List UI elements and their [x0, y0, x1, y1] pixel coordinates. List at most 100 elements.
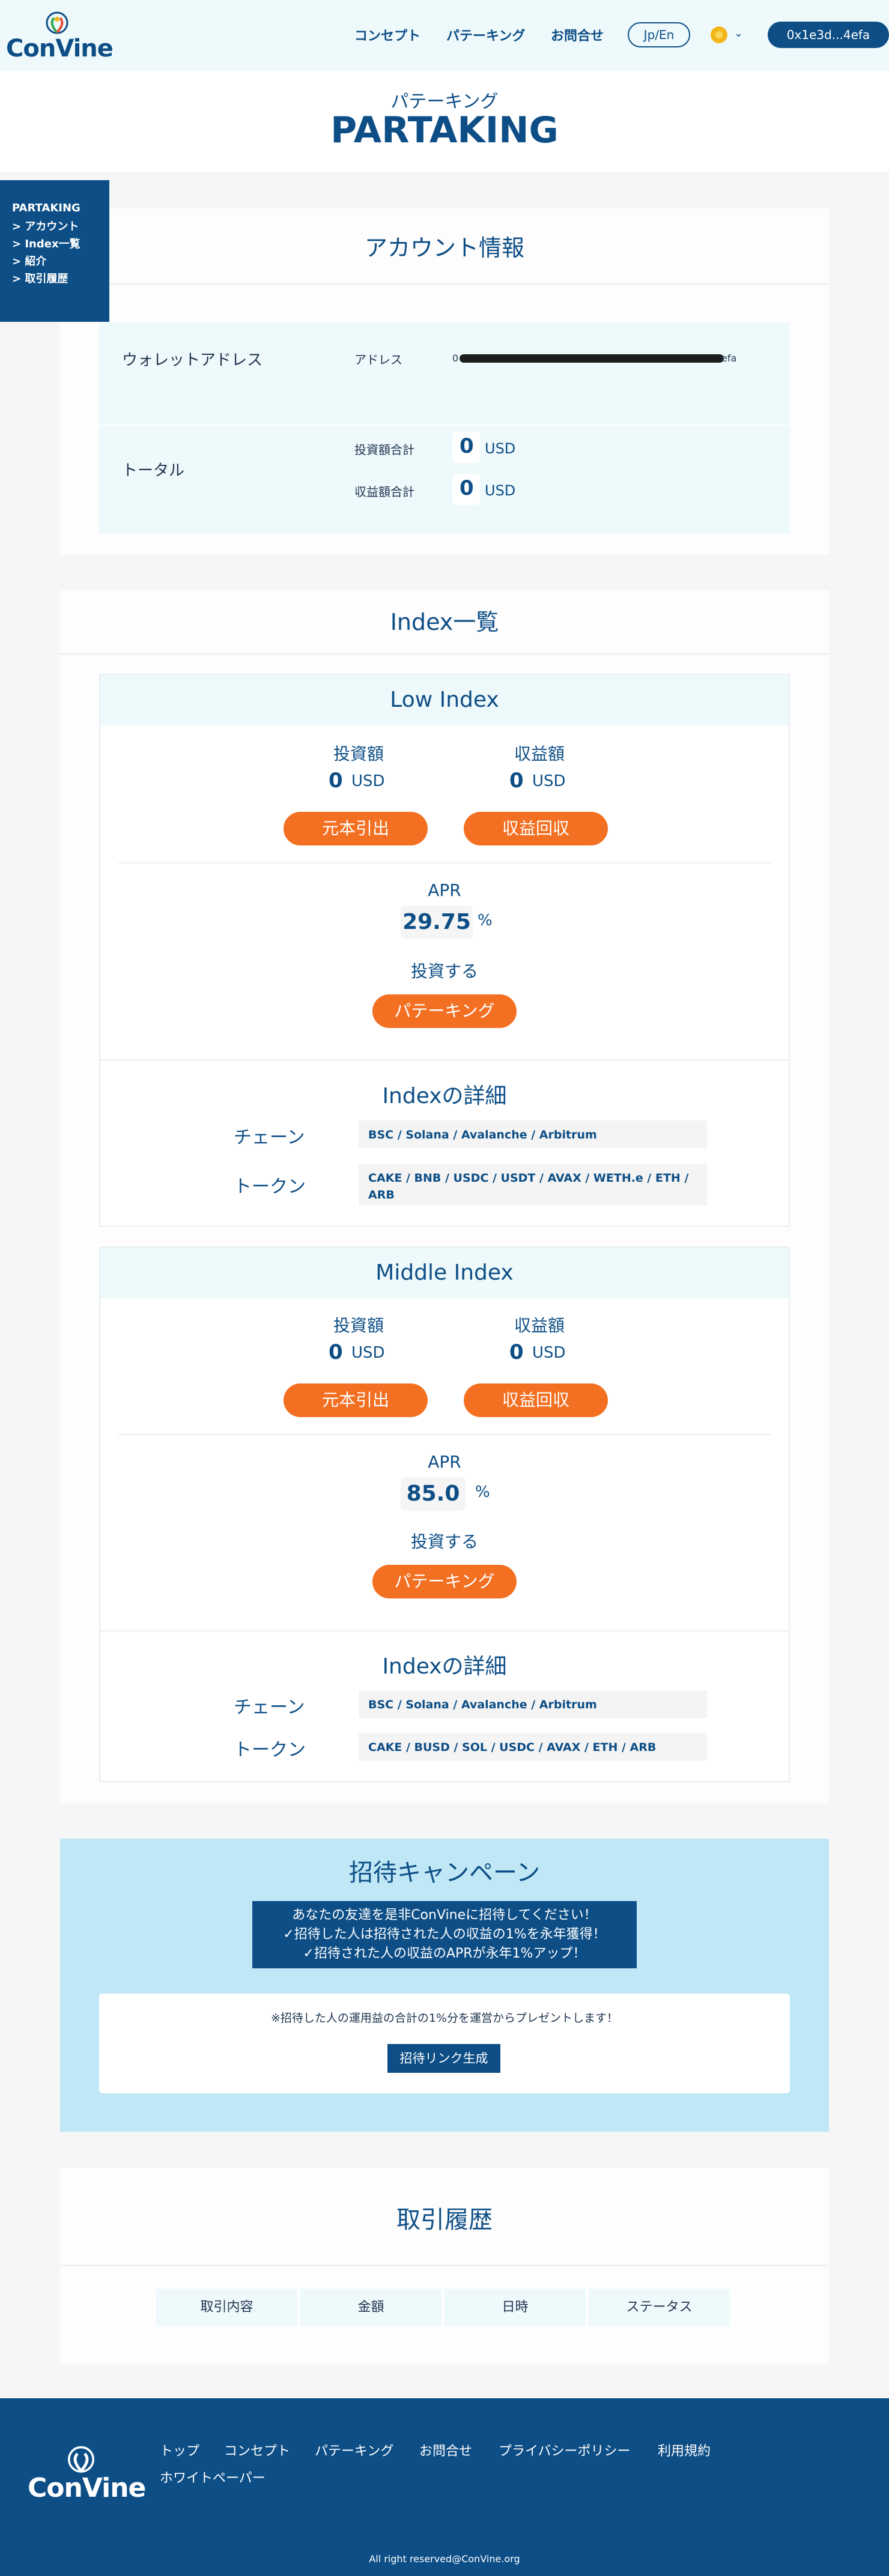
- language-toggle[interactable]: Jp/En: [628, 22, 690, 47]
- side-nav: PARTAKING > アカウント > Index一覧 > 紹介 > 取引履歴: [0, 180, 109, 322]
- apr-unit: %: [475, 1483, 490, 1501]
- footer-brand[interactable]: ConVine: [28, 2473, 146, 2503]
- withdraw-principal-button[interactable]: 元本引出: [284, 1383, 428, 1417]
- generate-invite-link-button[interactable]: 招待リンク生成: [387, 2044, 500, 2073]
- page-title-band: パテーキング PARTAKING: [0, 71, 889, 172]
- invest-cta-label: 投資する: [410, 961, 478, 981]
- campaign-line: あなたの友達を是非ConVineに招待してください！: [292, 1908, 597, 1923]
- nav-concept[interactable]: コンセプト: [354, 25, 420, 44]
- footer-link-privacy[interactable]: プライバシーポリシー: [499, 2440, 631, 2460]
- index-list-title: Index一覧: [390, 609, 499, 635]
- apr-label: APR: [428, 1452, 461, 1472]
- address-label: アドレス: [354, 352, 402, 367]
- footer-link-partaking[interactable]: パテーキング: [315, 2440, 393, 2460]
- vine-logo-icon: [67, 2446, 95, 2473]
- divider: [99, 425, 790, 426]
- apr-unit: %: [478, 912, 493, 930]
- divider: [100, 1630, 789, 1631]
- account-info-box: ウォレットアドレス アドレス 0 efa トータル 投資額合計 0 USD 収益…: [99, 322, 790, 534]
- nav-contact[interactable]: お問合せ: [551, 25, 604, 44]
- chevron-down-icon[interactable]: ⌄: [734, 27, 743, 40]
- index-list-card: Index一覧 Low Index 投資額 収益額 0 USD 0 USD 元本…: [60, 590, 829, 1803]
- wallet-button[interactable]: 0x1e3d...4efa: [768, 22, 889, 48]
- copyright: All right reserved@ConVine.org: [369, 2553, 520, 2565]
- profit-value: 0: [509, 769, 524, 793]
- vine-logo-icon: [46, 11, 68, 34]
- collect-profit-button[interactable]: 収益回収: [464, 812, 608, 845]
- invest-total-unit: USD: [485, 440, 516, 457]
- divider: [60, 283, 829, 285]
- campaign-line: ✓招待した人は招待された人の収益の1%を永年獲得！: [283, 1927, 606, 1942]
- chain-value: BSC / Solana / Avalanche / Arbitrum: [359, 1690, 707, 1718]
- index-detail-title: Indexの詳細: [382, 1654, 507, 1679]
- invest-label: 投資額: [333, 744, 384, 764]
- logo[interactable]: ConVine: [6, 11, 114, 62]
- invest-cta-label: 投資する: [410, 1532, 478, 1552]
- footer-link-whitepaper[interactable]: ホワイトペーパー: [160, 2467, 265, 2487]
- invest-total-label: 投資額合計: [354, 443, 414, 457]
- profit-label: 収益額: [514, 744, 565, 764]
- coin-icon[interactable]: [711, 26, 727, 43]
- address-prefix: 0: [452, 352, 459, 364]
- invest-value: 0: [329, 769, 343, 793]
- index-detail-title: Indexの詳細: [382, 1084, 507, 1108]
- index-name: Low Index: [100, 675, 789, 725]
- campaign-line: ✓招待された人の収益のAPRが永年1%アップ！: [303, 1946, 586, 1961]
- footer-link-top[interactable]: トップ: [160, 2440, 199, 2460]
- invest-unit: USD: [351, 1344, 385, 1362]
- partaking-button[interactable]: パテーキング: [372, 994, 517, 1028]
- side-nav-title: PARTAKING: [12, 202, 80, 214]
- chain-label: チェーン: [234, 1127, 305, 1148]
- apr-label: APR: [428, 880, 461, 900]
- token-value: CAKE / BUSD / SOL / USDC / AVAX / ETH / …: [359, 1733, 707, 1761]
- middle-index-card: Middle Index 投資額 収益額 0 USD 0 USD 元本引出 収益…: [99, 1247, 790, 1782]
- history-col-amount: 金額: [300, 2289, 441, 2326]
- history-card: 取引履歴 取引内容 金額 日時 ステータス: [60, 2168, 829, 2365]
- wallet-address-label: ウォレットアドレス: [122, 351, 263, 369]
- history-col-status: ステータス: [589, 2289, 730, 2326]
- footer-link-concept[interactable]: コンセプト: [224, 2440, 290, 2460]
- divider: [118, 1434, 771, 1435]
- invite-campaign-section: 招待キャンペーン あなたの友達を是非ConVineに招待してください！ ✓招待し…: [60, 1839, 829, 2132]
- profit-label: 収益額: [514, 1316, 565, 1335]
- side-nav-item-referral[interactable]: > 紹介: [12, 253, 109, 270]
- account-card: アカウント情報 ウォレットアドレス アドレス 0 efa トータル 投資額合計 …: [60, 208, 829, 554]
- index-name: Middle Index: [100, 1248, 789, 1298]
- apr-value: 85.0: [401, 1477, 466, 1511]
- campaign-note: ※招待した人の運用益の合計の1%分を運営からプレゼントします！: [270, 2012, 619, 2025]
- token-label: トークン: [234, 1176, 306, 1197]
- side-nav-item-index-list[interactable]: > Index一覧: [12, 235, 109, 253]
- history-title: 取引履歴: [396, 2206, 493, 2234]
- footer-link-terms[interactable]: 利用規約: [658, 2440, 711, 2460]
- profit-total-label: 収益額合計: [354, 485, 414, 499]
- chain-value: BSC / Solana / Avalanche / Arbitrum: [359, 1120, 707, 1148]
- side-nav-item-account[interactable]: > アカウント: [12, 218, 109, 235]
- profit-value: 0: [509, 1340, 524, 1364]
- partaking-button[interactable]: パテーキング: [372, 1565, 517, 1598]
- withdraw-principal-button[interactable]: 元本引出: [284, 812, 428, 845]
- divider: [118, 862, 771, 863]
- divider: [100, 1059, 789, 1060]
- invest-unit: USD: [351, 772, 385, 790]
- nav-partaking[interactable]: パテーキング: [446, 25, 525, 44]
- token-label: トークン: [234, 1740, 306, 1761]
- brand-name: ConVine: [6, 35, 114, 62]
- site-header: ConVine コンセプト パテーキング お問合せ Jp/En ⌄ 0x1e3d…: [0, 0, 889, 71]
- address-redaction: [460, 354, 724, 363]
- footer-link-contact[interactable]: お問合せ: [419, 2440, 472, 2460]
- page-title: PARTAKING: [330, 109, 559, 151]
- account-title: アカウント情報: [364, 235, 524, 261]
- low-index-card: Low Index 投資額 収益額 0 USD 0 USD 元本引出 収益回収 …: [99, 674, 790, 1227]
- side-nav-item-history[interactable]: > 取引履歴: [12, 270, 109, 288]
- divider: [60, 2265, 829, 2266]
- apr-value: 29.75: [401, 906, 473, 939]
- collect-profit-button[interactable]: 収益回収: [464, 1383, 608, 1417]
- history-col-type: 取引内容: [156, 2289, 297, 2326]
- profit-unit: USD: [532, 1344, 566, 1362]
- campaign-banner: あなたの友達を是非ConVineに招待してください！ ✓招待した人は招待された人…: [252, 1901, 637, 1968]
- campaign-title: 招待キャンペーン: [349, 1859, 540, 1887]
- total-label: トータル: [122, 462, 185, 480]
- profit-total-unit: USD: [485, 482, 516, 499]
- chain-label: チェーン: [234, 1697, 305, 1718]
- site-footer: ConVine トップ コンセプト パテーキング お問合せ プライバシーポリシー…: [0, 2398, 889, 2576]
